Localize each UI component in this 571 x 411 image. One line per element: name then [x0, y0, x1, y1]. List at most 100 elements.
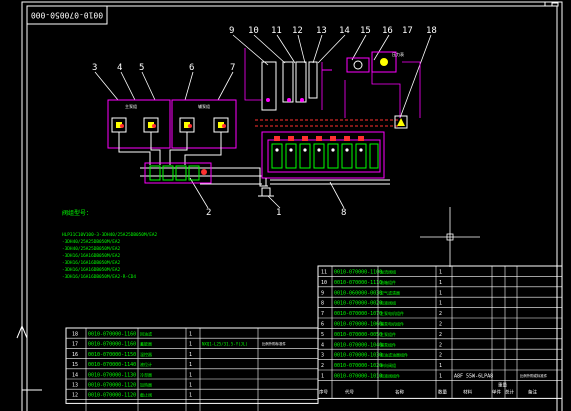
- bom-row-name: 加热器: [140, 382, 152, 388]
- bom-row-qty: 1: [189, 372, 192, 378]
- bom-row-name: 吸油滤油器组件: [380, 352, 408, 358]
- bom-row-no: 7: [321, 311, 324, 317]
- bom-row: 2 0010-070000-1020单向阀组 1: [321, 362, 442, 369]
- bom-row-no: 13: [72, 383, 78, 389]
- bom-row-no: 11: [321, 270, 327, 276]
- corner-marker: [544, 2, 559, 7]
- valve-note-line: -3DH16/16A16DB050M/EA2: [62, 260, 121, 266]
- bom-row: 3 0010-070000-1030吸油滤油器组件 2: [321, 352, 442, 359]
- gauge-label: 压力表: [392, 51, 404, 57]
- bom-row-code: 0010-070000-0050: [334, 332, 382, 338]
- pressure-line: [255, 119, 400, 127]
- bom-row: 10 0010-070000-1110油箱组件 1: [321, 279, 442, 286]
- bom-row-qty: 1: [439, 374, 442, 380]
- bom-row: 5 0010-070000-0050主泵组件 2: [321, 331, 442, 338]
- bom-row-qty: 1: [439, 363, 442, 369]
- bom-row-name: 空气滤清器: [380, 289, 400, 295]
- bom-row-qty: 1: [439, 280, 442, 286]
- bom-row-name: 溢流阀组: [380, 269, 396, 275]
- bom-row: 12 0010-070000-1120 截止阀 1: [72, 392, 192, 399]
- bom-row-code: 0010-070000-1130: [88, 372, 136, 378]
- bom-row-no: 4: [321, 342, 324, 348]
- bom-header-cell: 代号: [345, 388, 354, 395]
- bom-row: 15 0010-070000-1140 液位计 1: [72, 361, 192, 368]
- bom-row-code: 0010-060000-0030: [334, 290, 382, 296]
- callout-5: 5: [139, 63, 144, 73]
- bom-header-cell: 名称: [395, 388, 404, 395]
- callout-7: 7: [230, 63, 235, 73]
- bom-row-name: 辅泵电机组件: [380, 321, 404, 327]
- bom-row-code: 0010-070000-1110: [334, 280, 382, 286]
- bom-row-no: 10: [321, 280, 327, 286]
- bom-header-cell: 序号: [319, 388, 328, 395]
- bom-row-code: 0010-070000-1060: [334, 322, 382, 328]
- upper-components: 压力表: [261, 51, 404, 111]
- bom-row-code: 0010-070000-1120: [88, 393, 136, 399]
- bom-row-code: 0010-070000-1010: [334, 374, 382, 380]
- manifold-valve-bank: [261, 131, 390, 185]
- bom-row-no: 5: [321, 332, 324, 338]
- bom-left-table: 18 0010-070000-1160 回油滤 1 17 0010-070000-1160…: [65, 327, 319, 411]
- return-piping: [244, 48, 421, 118]
- bom-row-no: 12: [72, 393, 78, 399]
- valve-note-line: -3DH16/16A16DB050M/EA2-R-CD4: [62, 274, 136, 280]
- callout-10: 10: [248, 26, 259, 36]
- pump-group-right-label: 辅泵组: [198, 103, 210, 109]
- bom-row-qty: 2: [439, 311, 442, 317]
- valve-notes-title: 阀组型号：: [62, 209, 92, 217]
- bom-row-remark: A8F 55W-6LPA8: [454, 374, 493, 380]
- bom-row-name: 液位计: [140, 361, 152, 367]
- bom-row-code: 0010-070000-1140: [88, 362, 136, 368]
- check-valve-block: [144, 162, 212, 184]
- bom-row-qty: 1: [189, 393, 192, 399]
- bom-header-cell: 材料: [463, 388, 472, 395]
- bom-row-no: 9: [321, 290, 324, 296]
- bom-row-qty: 2: [439, 342, 442, 348]
- bom-row-code: 0010-070000-1030: [334, 353, 382, 359]
- callout-4: 4: [117, 63, 122, 73]
- bom-row-no: 16: [72, 352, 78, 358]
- bom-row: 11 0010-070000-1100溢流阀组 1: [321, 269, 442, 276]
- pump-unit-6: [179, 117, 195, 133]
- bom-row-code: 0010-070000-1070: [334, 311, 382, 317]
- bom-header-cell: 备注: [528, 388, 537, 395]
- bom-row-remark: NXQ1-L25/31.5-Y(JL): [202, 342, 248, 347]
- bom-row-no: 18: [72, 332, 78, 338]
- bom-row-no: 14: [72, 372, 78, 378]
- bom-row-qty: 1: [189, 362, 192, 368]
- bom-row: 16 0010-070000-1150 温控器 1: [72, 351, 192, 358]
- bom-row-code: 0010-070000-1150: [88, 352, 136, 358]
- drawing-frame: [21, 1, 563, 411]
- bom-header-cell: 总计: [505, 388, 514, 395]
- bom-row-code: 0010-070000-1020: [334, 363, 382, 369]
- valve-notes: 阀组型号： HLP31C10V100-3-3DH40/25A25DB050M/E…: [62, 209, 158, 280]
- pump-unit-3: [111, 117, 127, 133]
- bom-row-name: 电液阀组: [380, 300, 396, 306]
- bom-row-name: 温控器: [140, 351, 152, 357]
- pump-unit-7: [213, 117, 229, 133]
- bom-row: 18 0010-070000-1160 回油滤 1: [72, 331, 192, 338]
- bom-row-qty: 1: [189, 352, 192, 358]
- bom-row-no: 3: [321, 353, 324, 359]
- callout-6: 6: [189, 63, 194, 73]
- bom-row-qty: 1: [439, 290, 442, 296]
- bom-row-name: 回油滤: [140, 331, 152, 337]
- bom-row-no: 6: [321, 322, 324, 328]
- ucs-icon: [16, 324, 42, 391]
- valve-note-line: -3DH40/25A25DB050M/EA2: [62, 239, 121, 245]
- callout-18: 18: [426, 26, 437, 36]
- bom-row-name: 辅泵组件: [380, 341, 396, 347]
- callout-8: 8: [341, 208, 346, 218]
- drawing-number-box: 0010-070050-000: [26, 5, 108, 25]
- valve-note-line: -3DH16/16A16DB050M/EA2: [62, 267, 121, 273]
- bom-row-no: 8: [321, 301, 324, 307]
- valve-note-line: -3DH16/16A16DB050M/EA2: [62, 253, 121, 259]
- suction-piping: [118, 132, 268, 187]
- bom-row-code: 0010-070000-1160: [88, 342, 136, 348]
- callout-9: 9: [229, 26, 234, 36]
- callout-11: 11: [271, 26, 282, 36]
- bom-row-qty: 2: [439, 322, 442, 328]
- bom-row-name: 截止阀: [140, 392, 152, 398]
- bom-row-no: 2: [321, 363, 324, 369]
- bom-row-name: 主泵电机组件: [380, 310, 404, 316]
